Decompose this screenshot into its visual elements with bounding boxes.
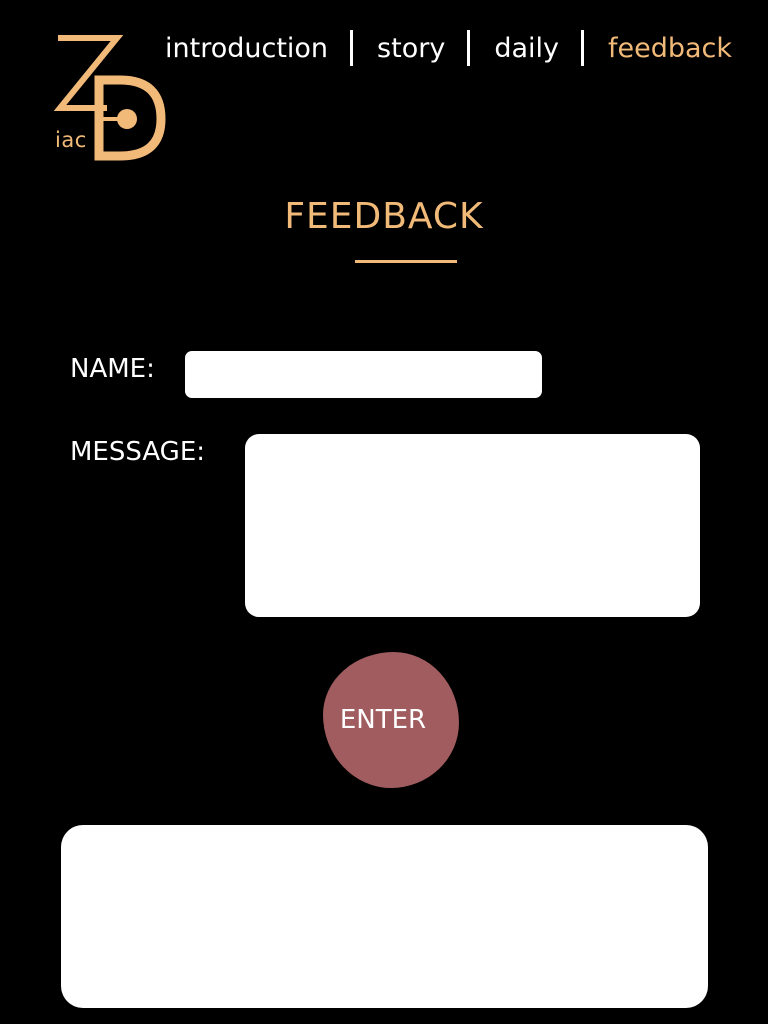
title-underline xyxy=(355,260,457,263)
feedback-page: iac introduction story daily feedback FE… xyxy=(0,0,768,1024)
main-nav: introduction story daily feedback xyxy=(165,28,732,68)
page-title: FEEDBACK xyxy=(284,196,484,237)
nav-item-feedback[interactable]: feedback xyxy=(608,33,732,64)
message-textarea[interactable] xyxy=(245,434,700,617)
name-input[interactable] xyxy=(185,351,542,398)
logo-subtext: iac xyxy=(55,128,87,152)
message-label: MESSAGE: xyxy=(70,437,206,467)
nav-item-daily[interactable]: daily xyxy=(494,33,559,64)
nav-divider xyxy=(580,30,584,66)
nav-divider xyxy=(350,30,354,66)
nav-item-introduction[interactable]: introduction xyxy=(165,33,328,64)
nav-item-story[interactable]: story xyxy=(377,33,445,64)
enter-button[interactable]: ENTER xyxy=(323,652,459,788)
nav-divider xyxy=(467,30,471,66)
name-label: NAME: xyxy=(70,354,155,384)
feedback-output-box xyxy=(61,825,708,1008)
